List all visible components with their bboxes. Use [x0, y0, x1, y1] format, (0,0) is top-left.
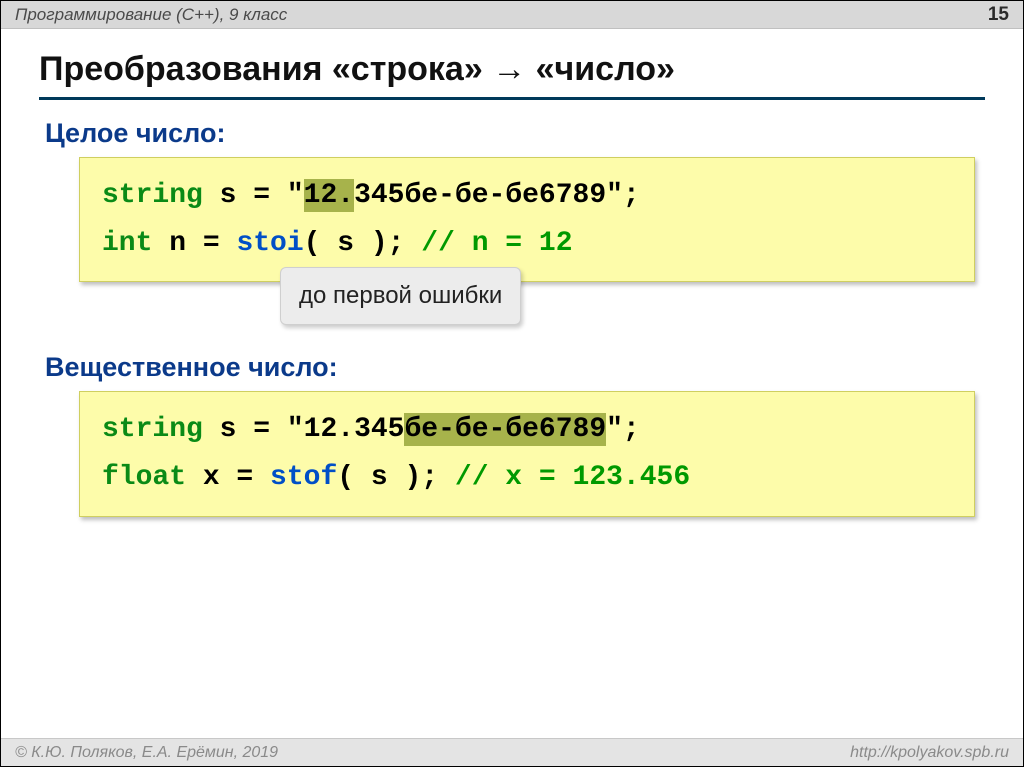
tok-quote: ": [287, 414, 304, 445]
code-line-4: float x = stof( s ); // x = 123.456: [102, 454, 952, 502]
code-line-3: string s = "12.345бе-бе-бе6789";: [102, 406, 952, 454]
footer-url: http://kpolyakov.spb.ru: [850, 744, 1009, 762]
tok-keyword: string: [102, 180, 203, 211]
arrow-icon: →: [492, 50, 526, 88]
code-line-1: string s = "12.345бе-бе-бе6789";: [102, 172, 952, 220]
slide-title: Преобразования «строка» → «число»: [39, 47, 985, 100]
tok-quote-end: ";: [606, 414, 640, 445]
tok-quote-end: ";: [606, 180, 640, 211]
tok-quote: ": [287, 180, 304, 211]
tok-args: ( s );: [304, 228, 405, 259]
slide-header: Программирование (C++), 9 класс 15: [1, 1, 1023, 29]
tok-assign: n =: [152, 228, 236, 259]
course-label: Программирование (C++), 9 класс: [15, 5, 287, 25]
page-number: 15: [988, 4, 1009, 26]
slide-footer: © К.Ю. Поляков, Е.А. Ерёмин, 2019 http:/…: [1, 738, 1023, 766]
tok-comment: // n = 12: [421, 228, 572, 259]
title-pre: Преобразования «строка»: [39, 50, 492, 88]
tok-pad: [438, 462, 455, 493]
code-block-integer: string s = "12.345бе-бе-бе6789"; int n =…: [79, 157, 975, 282]
code-block-float: string s = "12.345бе-бе-бе6789"; float x…: [79, 391, 975, 516]
code-line-2: int n = stoi( s ); // n = 12: [102, 220, 952, 268]
tok-assign: s =: [203, 180, 287, 211]
tok-keyword: string: [102, 414, 203, 445]
title-post: «число»: [526, 50, 675, 88]
tok-func-stof: stof: [270, 462, 337, 493]
tok-string-rest: 345бе-бе-бе6789: [354, 180, 606, 211]
highlight-stof-part: бе-бе-бе6789: [404, 413, 606, 446]
tok-keyword: float: [102, 462, 186, 493]
tok-comment: // x = 123.456: [455, 462, 690, 493]
tok-func-stoi: stoi: [236, 228, 303, 259]
highlight-stoi-part: 12.: [304, 179, 354, 212]
tok-assign: x =: [186, 462, 270, 493]
heading-integer: Целое число:: [45, 118, 985, 149]
tok-pad: [404, 228, 421, 259]
tok-string-plain: 12.345: [304, 414, 405, 445]
slide-body: Преобразования «строка» → «число» Целое …: [1, 29, 1023, 517]
callout-note: до первой ошибки: [280, 267, 521, 326]
tok-assign: s =: [203, 414, 287, 445]
tok-args: ( s );: [337, 462, 438, 493]
tok-keyword: int: [102, 228, 152, 259]
copyright: © К.Ю. Поляков, Е.А. Ерёмин, 2019: [15, 744, 278, 762]
heading-float: Вещественное число:: [45, 352, 985, 383]
